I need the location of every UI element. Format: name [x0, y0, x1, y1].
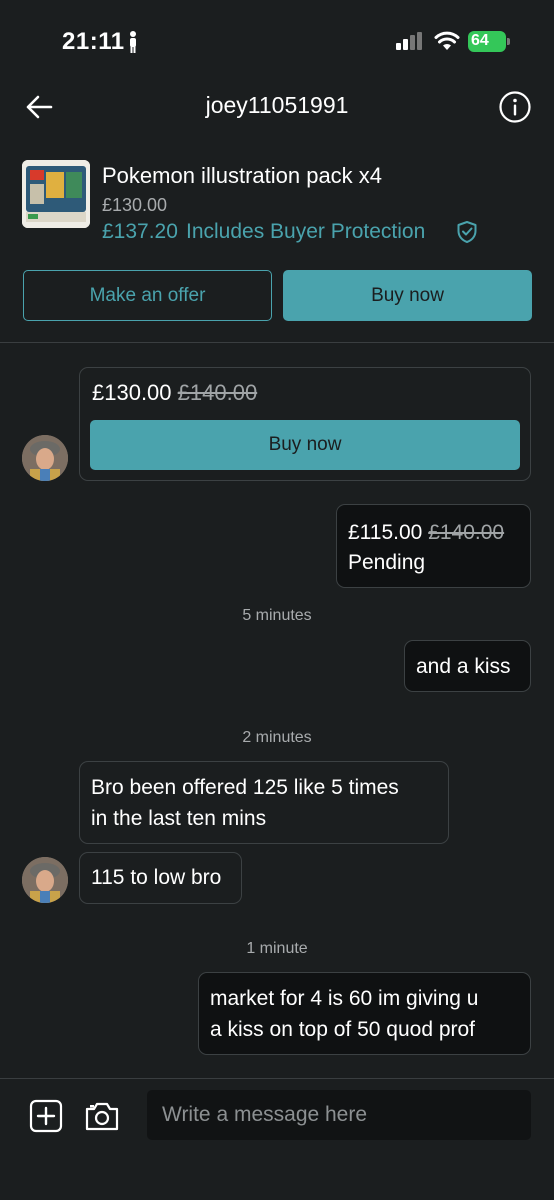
my-offer-old-price: £140.00 — [428, 521, 505, 544]
message-input[interactable] — [147, 1090, 531, 1140]
avatar[interactable] — [22, 435, 68, 481]
info-icon[interactable] — [498, 90, 532, 124]
message-text: 115 to low bro — [91, 866, 222, 889]
add-icon[interactable] — [29, 1099, 63, 1133]
message-text: Bro been offered 125 like 5 times — [91, 776, 399, 799]
message-text: a kiss on top of 50 quod prof — [210, 1018, 476, 1041]
battery-icon: 64 — [468, 31, 510, 52]
battery-level: 64 — [471, 32, 489, 49]
message-text: in the last ten mins — [91, 807, 267, 830]
avatar[interactable] — [22, 857, 68, 903]
header-divider — [0, 342, 554, 343]
timestamp: 1 minute — [246, 940, 308, 957]
product-price: £130.00 — [102, 195, 168, 215]
person-icon — [130, 31, 136, 53]
my-offer-status: Pending — [348, 551, 426, 574]
make-offer-button[interactable]: Make an offer — [23, 270, 272, 321]
timestamp: 5 minutes — [242, 607, 312, 624]
my-offer-price-value: £115.00 — [348, 521, 423, 544]
product-title: Pokemon illustration pack x4 — [102, 163, 383, 188]
product-total-price[interactable]: £137.20 — [102, 220, 178, 244]
my-offer-price: £115.00 £140.00 — [348, 517, 504, 548]
product-thumbnail[interactable] — [22, 160, 90, 228]
signal-icon — [396, 32, 422, 50]
wifi-icon — [434, 31, 460, 50]
offer-buy-now-button[interactable]: Buy now — [90, 420, 520, 470]
timestamp: 2 minutes — [242, 729, 312, 746]
offer-card-price: £130.00 £140.00 — [92, 380, 257, 406]
composer-divider — [0, 1078, 554, 1079]
camera-icon[interactable] — [84, 1100, 120, 1132]
status-time: 21:11 — [62, 28, 125, 55]
buy-now-button[interactable]: Buy now — [283, 270, 532, 321]
message-text: market for 4 is 60 im giving u — [210, 987, 479, 1010]
offer-price-value: £130.00 — [92, 380, 172, 405]
buyer-protection-label[interactable]: Includes Buyer Protection — [186, 220, 425, 244]
offer-old-price: £140.00 — [177, 380, 258, 405]
conversation-title: joey11051991 — [205, 92, 349, 118]
message-text: and a kiss — [416, 655, 511, 678]
shield-check-icon[interactable] — [456, 220, 478, 244]
